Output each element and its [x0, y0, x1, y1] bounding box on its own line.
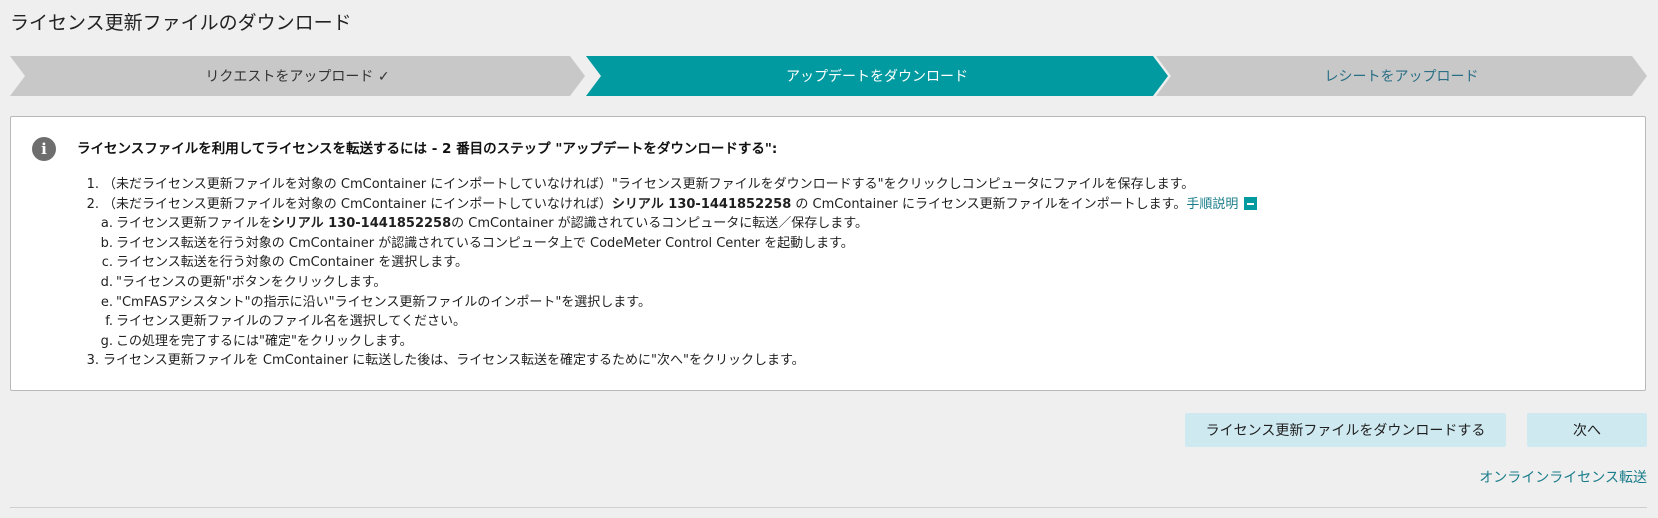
- sub-list-item: c. ライセンス転送を行う対象の CmContainer を選択します。: [101, 255, 468, 271]
- sub-list-item: b. ライセンス転送を行う対象の CmContainer が認識されているコンピュ…: [100, 235, 854, 251]
- step-upload-request[interactable]: リクエストをアップロード ✓: [10, 56, 585, 96]
- serial-number: シリアル 130-1441852258: [271, 216, 452, 232]
- serial-number: シリアル 130-1441852258: [611, 196, 792, 212]
- divider: [10, 507, 1647, 508]
- sub-list-item: f. ライセンス更新ファイルのファイル名を選択してください。: [105, 314, 466, 330]
- step-upload-receipt[interactable]: レシートをアップロード: [1156, 56, 1647, 96]
- collapse-icon[interactable]: [1244, 196, 1258, 210]
- step-download-update[interactable]: アップデートをダウンロード: [586, 56, 1168, 96]
- step-label: アップデートをダウンロード: [786, 69, 968, 85]
- sub-list-item: e. "CmFASアシスタント"の指示に沿い"ライセンス更新ファイルのインポート"…: [100, 294, 652, 310]
- sub-list-item: a. ライセンス更新ファイルをシリアル 130-1441852258の CmCon…: [100, 216, 868, 232]
- sub-list-item: d. "ライセンスの更新"ボタンをクリックします。: [100, 274, 387, 290]
- step-label: リクエストをアップロード ✓: [205, 69, 390, 85]
- page-title: ライセンス更新ファイルのダウンロード: [10, 12, 352, 34]
- instructions-panel: i ライセンスファイルを利用してライセンスを転送するには - 2 番目のステップ…: [10, 116, 1646, 391]
- instructions-link[interactable]: 手順説明: [1186, 197, 1238, 212]
- download-license-update-button[interactable]: ライセンス更新ファイルをダウンロードする: [1185, 413, 1506, 447]
- info-icon: i: [32, 137, 56, 161]
- wizard-steps: リクエストをアップロード ✓ アップデートをダウンロード レシートをアップロード: [10, 56, 1647, 96]
- step-label: レシートをアップロード: [1324, 69, 1479, 85]
- online-license-transfer-link[interactable]: オンラインライセンス転送: [1479, 467, 1647, 487]
- list-item: 3. ライセンス更新ファイルを CmContainer に転送した後は、ライセンス…: [86, 353, 805, 369]
- list-item: 1. （未だライセンス更新ファイルを対象の CmContainer にインポートし…: [86, 177, 1195, 192]
- next-button[interactable]: 次へ: [1527, 413, 1647, 447]
- instructions-list: 1. （未だライセンス更新ファイルを対象の CmContainer にインポートし…: [79, 175, 1258, 371]
- list-item: 2. （未だライセンス更新ファイルを対象の CmContainer にインポートし…: [79, 195, 1258, 215]
- sub-list-item: g. この処理を完了するには"確定"をクリックします。: [100, 333, 413, 349]
- instructions-heading: ライセンスファイルを利用してライセンスを転送するには - 2 番目のステップ "…: [77, 141, 778, 157]
